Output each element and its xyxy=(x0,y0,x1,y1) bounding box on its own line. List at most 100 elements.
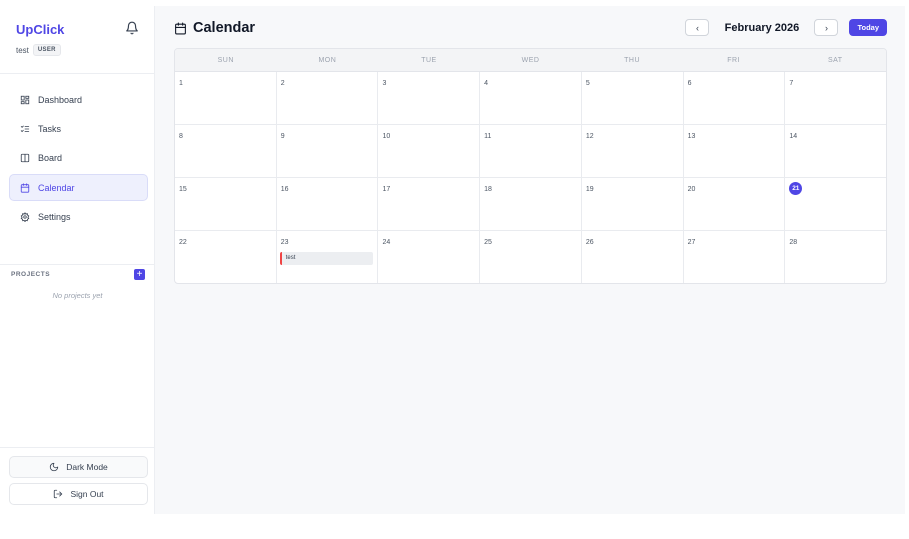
user-info: test USER xyxy=(16,44,61,56)
sidebar-divider xyxy=(0,447,154,448)
weekday-label: TUE xyxy=(421,57,437,64)
projects-empty-text: No projects yet xyxy=(52,291,103,300)
day-number: 11 xyxy=(484,133,492,140)
sidebar-divider xyxy=(0,73,154,74)
calendar-day[interactable]: 5 xyxy=(582,72,684,124)
chevron-right-icon: › xyxy=(824,22,828,33)
dark-mode-button[interactable]: Dark Mode xyxy=(9,456,148,478)
main-content: Calendar ‹ February 2026 › Today SUN MON… xyxy=(155,6,905,514)
day-number: 4 xyxy=(484,80,489,87)
calendar-day[interactable]: 10 xyxy=(378,125,481,177)
sidebar-divider xyxy=(0,264,154,265)
calendar-day[interactable]: 9 xyxy=(277,125,379,177)
calendar-day[interactable]: 2 xyxy=(277,72,379,124)
calendar-day[interactable]: 26 xyxy=(582,231,684,283)
calendar-day[interactable]: 15 xyxy=(175,178,277,230)
day-number: 10 xyxy=(382,133,391,140)
day-number: 2 xyxy=(280,80,285,87)
prev-month-button[interactable]: ‹ xyxy=(685,19,710,36)
calendar-day[interactable]: 13 xyxy=(684,125,786,177)
calendar-day[interactable]: 27 xyxy=(684,231,786,283)
sidebar-item-label: Dashboard xyxy=(38,94,83,105)
calendar-day[interactable]: 14 xyxy=(785,125,886,177)
weekday-label: THU xyxy=(624,57,641,64)
day-number: 16 xyxy=(280,186,289,193)
calendar-day[interactable]: 28 xyxy=(785,231,886,283)
calendar-week: 1 2 3 4 5 6 7 xyxy=(175,72,886,125)
day-number: 24 xyxy=(382,239,391,246)
sidebar: UpClick test USER Dashboard Tasks Board xyxy=(0,6,155,514)
day-number: 13 xyxy=(687,133,696,140)
calendar-day[interactable]: 11 xyxy=(480,125,582,177)
month-navigation: ‹ February 2026 › Today xyxy=(685,19,887,36)
tasks-icon xyxy=(20,125,30,132)
sidebar-nav: Dashboard Tasks Board Calendar Settings xyxy=(9,86,148,233)
day-number: 12 xyxy=(585,133,594,140)
calendar-day[interactable]: 25 xyxy=(480,231,582,283)
calendar-week: 22 23 test 24 25 26 27 28 xyxy=(175,231,886,283)
calendar-day[interactable]: 1 xyxy=(175,72,277,124)
weekday-label: SUN xyxy=(217,57,234,64)
day-number: 8 xyxy=(179,133,183,140)
day-number: 7 xyxy=(789,80,794,87)
today-button[interactable]: Today xyxy=(849,19,887,36)
app-window: UpClick test USER Dashboard Tasks Board xyxy=(0,6,905,514)
day-number: 14 xyxy=(789,133,798,140)
dashboard-icon xyxy=(20,95,30,104)
day-number: 9 xyxy=(280,133,285,140)
day-number: 1 xyxy=(179,80,183,87)
weekday-label: WED xyxy=(521,57,540,64)
calendar-day[interactable]: 6 xyxy=(684,72,786,124)
weekday-label: FRI xyxy=(727,57,741,64)
page-title: Calendar xyxy=(174,20,255,36)
next-month-button[interactable]: › xyxy=(814,19,839,36)
add-project-button[interactable]: + xyxy=(134,269,145,280)
calendar-day[interactable]: 17 xyxy=(378,178,481,230)
calendar-day[interactable]: 4 xyxy=(480,72,582,124)
calendar-day[interactable]: 8 xyxy=(175,125,277,177)
day-number: 20 xyxy=(687,186,696,193)
sidebar-item-dashboard[interactable]: Dashboard xyxy=(9,86,148,113)
calendar-day[interactable]: 23 test xyxy=(277,231,379,283)
weekday-label: MON xyxy=(318,57,337,64)
page-title-text: Calendar xyxy=(193,20,256,36)
user-role-badge: USER xyxy=(32,44,61,56)
calendar-day[interactable]: 3 xyxy=(378,72,481,124)
sidebar-item-board[interactable]: Board xyxy=(9,145,148,172)
calendar-day[interactable]: 20 xyxy=(684,178,786,230)
sign-out-label: Sign Out xyxy=(70,489,104,499)
day-number: 6 xyxy=(687,80,692,87)
sidebar-item-settings[interactable]: Settings xyxy=(9,204,148,231)
log-out-icon xyxy=(54,489,63,499)
calendar-grid: SUN MON TUE WED THU FRI SAT 1 2 3 4 5 6 … xyxy=(174,48,887,284)
sidebar-item-label: Tasks xyxy=(38,123,62,134)
calendar-day-today[interactable]: 21 xyxy=(785,178,886,230)
calendar-day[interactable]: 12 xyxy=(582,125,684,177)
weekday-label: SAT xyxy=(827,57,843,64)
calendar-day[interactable]: 7 xyxy=(785,72,886,124)
day-number: 23 xyxy=(280,239,289,246)
calendar-day[interactable]: 22 xyxy=(175,231,277,283)
projects-header: PROJECTS + xyxy=(11,269,145,280)
sidebar-item-label: Board xyxy=(38,153,63,164)
bell-icon[interactable] xyxy=(125,21,139,35)
moon-icon xyxy=(50,462,59,472)
calendar-day[interactable]: 24 xyxy=(378,231,481,283)
calendar-day[interactable]: 16 xyxy=(277,178,379,230)
calendar-icon xyxy=(20,183,30,193)
sign-out-button[interactable]: Sign Out xyxy=(9,483,148,505)
weekday-header: SUN MON TUE WED THU FRI SAT xyxy=(175,49,886,72)
calendar-event[interactable]: test xyxy=(279,252,374,265)
plus-icon: + xyxy=(136,269,143,280)
day-number: 15 xyxy=(179,186,187,193)
calendar-day[interactable]: 19 xyxy=(582,178,684,230)
user-name: test xyxy=(16,45,29,55)
calendar-week: 15 16 17 18 19 20 21 xyxy=(175,178,886,231)
calendar-day[interactable]: 18 xyxy=(480,178,582,230)
sidebar-item-tasks[interactable]: Tasks xyxy=(9,115,148,142)
brand-logo[interactable]: UpClick xyxy=(16,22,64,37)
sidebar-item-calendar[interactable]: Calendar xyxy=(9,174,148,202)
sidebar-item-label: Settings xyxy=(38,212,71,223)
dark-mode-label: Dark Mode xyxy=(66,462,108,472)
day-number: 17 xyxy=(382,186,391,193)
